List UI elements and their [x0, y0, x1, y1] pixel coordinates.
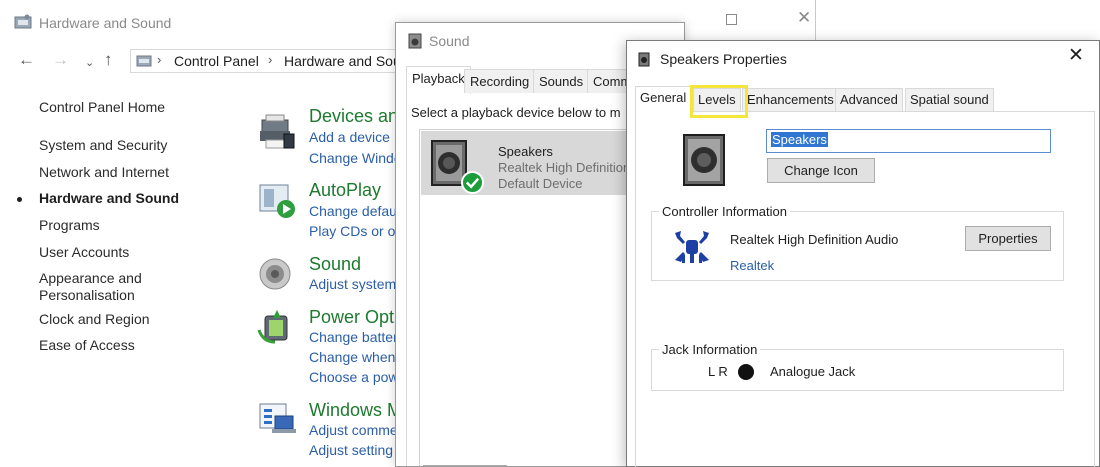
breadcrumb-separator-icon: ›: [157, 52, 162, 67]
forward-arrow-icon[interactable]: →: [52, 50, 69, 70]
link-change-battery[interactable]: Change batter: [309, 329, 398, 345]
realtek-crab-icon: [675, 231, 709, 263]
breadcrumb-control-panel[interactable]: Control Panel: [174, 53, 259, 69]
controller-vendor-link[interactable]: Realtek: [730, 258, 774, 273]
link-change-windows[interactable]: Change Windo: [309, 150, 402, 166]
tab-sounds[interactable]: Sounds: [533, 69, 590, 93]
device-status: Default Device: [498, 176, 583, 191]
hardware-sound-icon: [14, 14, 32, 29]
link-change-defaults[interactable]: Change defau: [309, 203, 397, 219]
speaker-icon: [259, 258, 291, 290]
devices-printers-icon: [260, 114, 295, 149]
sidebar-item-personalisation[interactable]: Personalisation: [39, 287, 135, 304]
speaker-device-icon: [683, 134, 725, 186]
breadcrumb-hardware-sound[interactable]: Hardware and Sou: [284, 53, 401, 69]
breadcrumb-separator-icon: ›: [268, 52, 273, 67]
back-arrow-icon[interactable]: ←: [18, 50, 35, 70]
properties-button[interactable]: Properties: [965, 226, 1051, 251]
sidebar-item-user-accounts[interactable]: User Accounts: [39, 244, 129, 261]
sidebar-item-system-security[interactable]: System and Security: [39, 137, 167, 154]
device-name: Speakers: [498, 144, 553, 159]
category-title-windows-mobility[interactable]: Windows M: [309, 400, 402, 421]
category-title-sound[interactable]: Sound: [309, 254, 361, 275]
category-title-autoplay[interactable]: AutoPlay: [309, 180, 381, 201]
link-change-when[interactable]: Change when: [309, 349, 395, 365]
windows-mobility-icon: [259, 403, 296, 433]
sidebar-item-appearance[interactable]: Appearance and: [39, 270, 142, 287]
speaker-icon: [408, 33, 422, 49]
close-button[interactable]: ✕: [1068, 46, 1084, 65]
speakers-properties-dialog: Speakers Properties ✕ General Levels Enh…: [626, 40, 1100, 467]
sidebar-item-programs[interactable]: Programs: [39, 217, 100, 234]
tab-enhancements[interactable]: Enhancements: [742, 88, 839, 111]
jack-color-dot-icon: [738, 364, 754, 380]
window-title: Hardware and Sound: [39, 15, 172, 31]
jack-information-group: Jack Information L R Analogue Jack: [651, 342, 1064, 391]
chevron-down-icon[interactable]: ⌄: [85, 53, 94, 73]
group-label-jack: Jack Information: [659, 342, 761, 357]
sidebar-item-control-panel-home[interactable]: Control Panel Home: [39, 99, 165, 116]
device-description: Realtek High Definition: [498, 160, 631, 175]
category-title-devices[interactable]: Devices an: [309, 106, 398, 127]
dialog-title: Sound: [429, 33, 470, 49]
controller-name: Realtek High Definition Audio: [730, 232, 899, 247]
sidebar-item-hardware-sound[interactable]: Hardware and Sound: [39, 190, 179, 207]
speaker-icon: [638, 52, 650, 67]
jack-channels: L R: [708, 364, 728, 379]
jack-type: Analogue Jack: [770, 364, 856, 379]
tab-general[interactable]: General: [635, 86, 692, 112]
levels-tab-highlight: [690, 85, 748, 118]
link-adjust-commonly[interactable]: Adjust comme: [309, 422, 398, 438]
maximize-button[interactable]: [726, 14, 737, 25]
control-panel-icon: [136, 55, 152, 67]
group-label-controller: Controller Information: [659, 204, 790, 219]
close-button[interactable]: ✕: [797, 9, 811, 26]
link-adjust-settings[interactable]: Adjust setting: [309, 442, 393, 458]
link-choose-power[interactable]: Choose a pow: [309, 369, 399, 385]
default-check-icon: [461, 171, 484, 194]
sidebar-item-ease-of-access[interactable]: Ease of Access: [39, 337, 135, 354]
sidebar-item-clock-region[interactable]: Clock and Region: [39, 311, 150, 328]
link-add-device[interactable]: Add a device: [309, 129, 390, 145]
tab-spatial-sound[interactable]: Spatial sound: [905, 88, 994, 111]
device-name-field[interactable]: Speakers: [766, 129, 1051, 153]
tab-recording[interactable]: Recording: [464, 69, 536, 93]
tab-playback[interactable]: Playback: [406, 66, 471, 94]
tab-advanced[interactable]: Advanced: [835, 88, 903, 111]
active-bullet-icon: [17, 197, 22, 202]
change-icon-button[interactable]: Change Icon: [767, 158, 875, 183]
playback-instruction: Select a playback device below to m: [411, 105, 621, 120]
controller-information-group: Controller Information Realtek High Defi…: [651, 204, 1064, 281]
sidebar-item-network-internet[interactable]: Network and Internet: [39, 164, 169, 181]
autoplay-icon: [259, 184, 295, 218]
category-title-power[interactable]: Power Opti: [309, 307, 398, 328]
dialog-title: Speakers Properties: [660, 51, 787, 67]
device-name-value: Speakers: [771, 132, 828, 147]
up-arrow-icon[interactable]: ↑: [104, 50, 113, 70]
link-play-cds[interactable]: Play CDs or ot: [309, 223, 399, 239]
power-options-icon: [257, 310, 288, 344]
link-adjust-system[interactable]: Adjust system: [309, 276, 396, 292]
